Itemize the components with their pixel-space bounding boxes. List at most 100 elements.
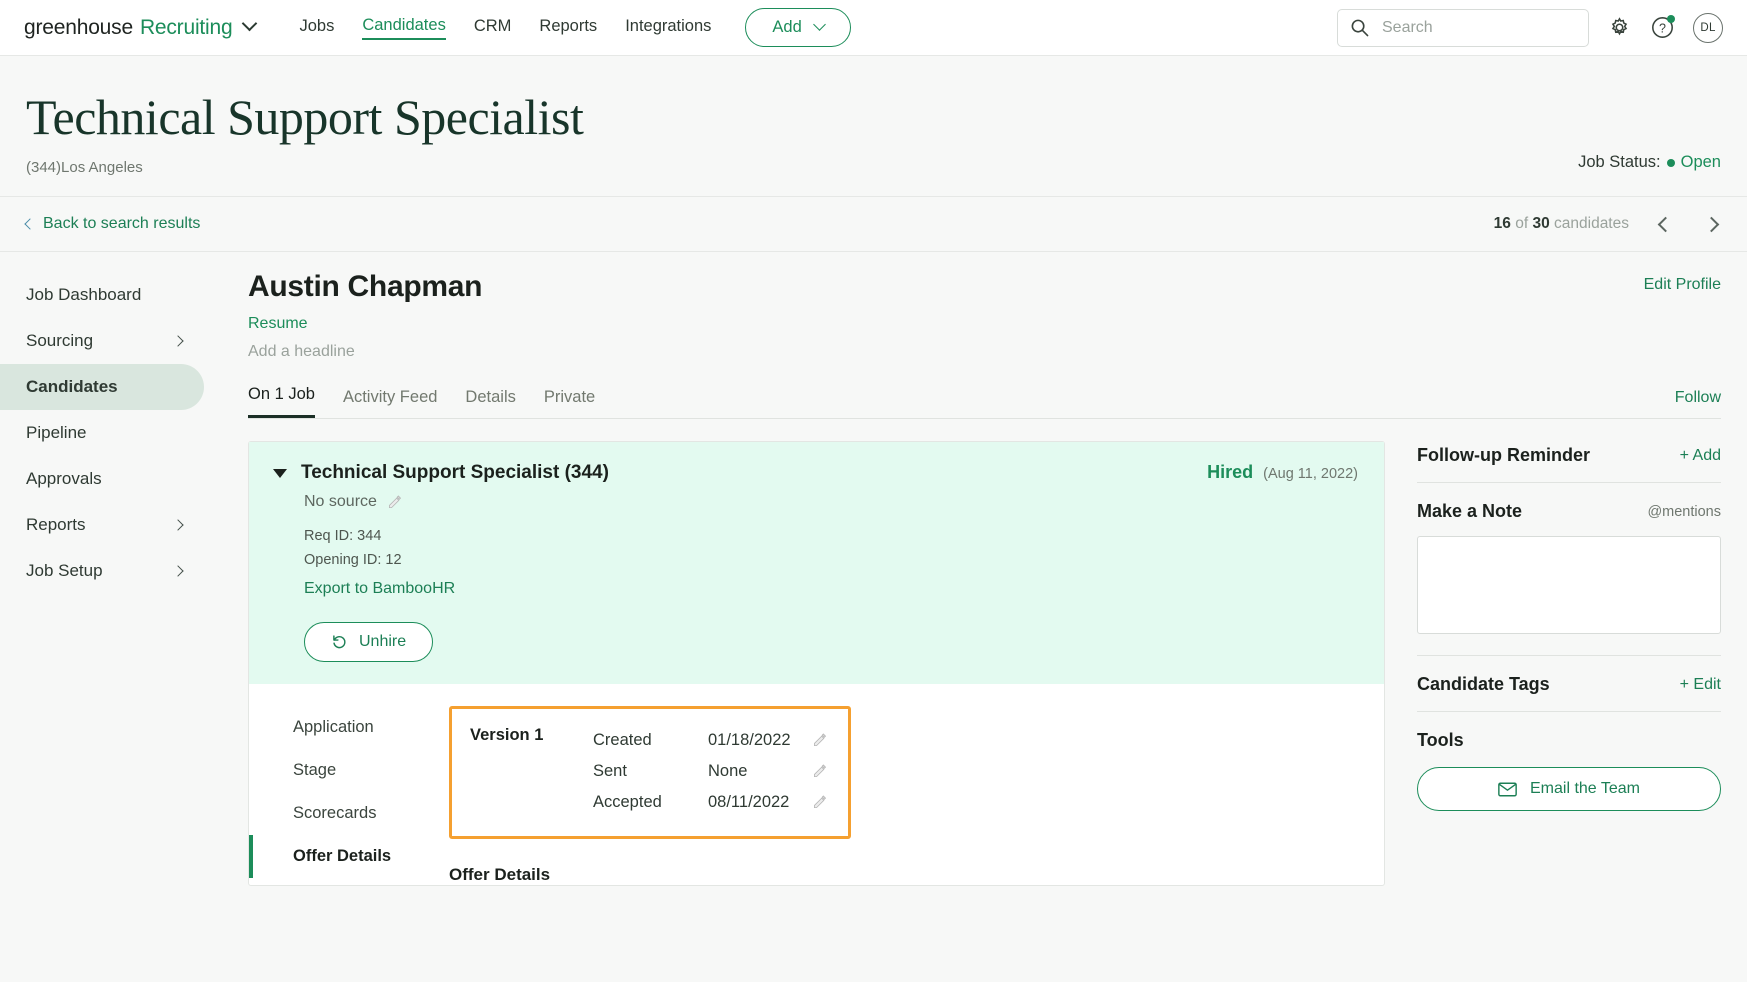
nav-link-candidates[interactable]: Candidates — [362, 16, 445, 40]
sidebar-item-pipeline[interactable]: Pipeline — [0, 410, 204, 456]
sidebar-item-label: Job Setup — [26, 561, 103, 581]
job-header: Technical Support Specialist (344)Los An… — [0, 56, 1747, 196]
unhire-button-label: Unhire — [359, 633, 406, 651]
follow-link[interactable]: Follow — [1675, 389, 1721, 407]
offer-row-sent: Sent None — [593, 756, 828, 787]
chevron-right-icon — [172, 565, 183, 576]
edit-pencil-icon[interactable] — [812, 732, 828, 748]
req-id: Req ID: 344 — [304, 525, 1358, 549]
edit-pencil-icon[interactable] — [812, 794, 828, 810]
tab-activity-feed[interactable]: Activity Feed — [343, 388, 437, 418]
undo-arrow-icon — [331, 633, 348, 650]
brand-secondary-text: Recruiting — [140, 16, 233, 40]
make-a-note-header: Make a Note @mentions — [1417, 501, 1721, 522]
followup-reminder-section: Follow-up Reminder + Add — [1417, 441, 1721, 483]
candidate-tabs: On 1 Job Activity Feed Details Private F… — [248, 385, 1721, 419]
tab-details[interactable]: Details — [465, 388, 515, 418]
page-body: Job Dashboard Sourcing Candidates Pipeli… — [0, 252, 1747, 980]
tab-on-1-job[interactable]: On 1 Job — [248, 385, 315, 418]
chevron-left-icon — [24, 218, 35, 229]
application-detail-body: Version 1 Created 01/18/2022 — [449, 684, 1384, 885]
candidate-pager: 16 of 30 candidates — [1494, 215, 1721, 233]
export-to-bamboohr-link[interactable]: Export to BambooHR — [304, 580, 1358, 598]
sidebar-item-label: Reports — [26, 515, 86, 535]
search-input[interactable] — [1382, 19, 1562, 37]
next-candidate-button[interactable] — [1701, 219, 1721, 230]
source-row: No source — [304, 493, 1358, 511]
sidebar-item-sourcing[interactable]: Sourcing — [0, 318, 204, 364]
sidebar-item-reports[interactable]: Reports — [0, 502, 204, 548]
nav-link-crm[interactable]: CRM — [474, 17, 512, 39]
opening-id: Opening ID: 12 — [304, 549, 1358, 573]
offer-row-label: Sent — [593, 762, 708, 781]
candidate-tags-title: Candidate Tags — [1417, 674, 1550, 695]
hired-date: (Aug 11, 2022) — [1263, 466, 1358, 482]
sidebar-item-candidates[interactable]: Candidates — [0, 364, 204, 410]
add-button[interactable]: Add — [745, 8, 850, 47]
offer-details-heading: Offer Details — [449, 865, 1358, 885]
sidebar-item-label: Sourcing — [26, 331, 93, 351]
tools-header: Tools — [1417, 730, 1721, 751]
sidebar-item-job-dashboard[interactable]: Job Dashboard — [0, 272, 204, 318]
pager-of: of — [1515, 215, 1528, 232]
edit-candidate-tags-button[interactable]: + Edit — [1680, 676, 1721, 694]
edit-profile-link[interactable]: Edit Profile — [1644, 276, 1721, 294]
application-detail-nav: Application Stage Scorecards Offer Detai… — [249, 684, 449, 885]
add-headline-field[interactable]: Add a headline — [248, 343, 1721, 361]
settings-button[interactable] — [1607, 15, 1632, 40]
collapse-toggle-caret-icon[interactable] — [273, 469, 287, 478]
email-the-team-button[interactable]: Email the Team — [1417, 767, 1721, 811]
edit-pencil-icon[interactable] — [812, 763, 828, 779]
edit-pencil-icon[interactable] — [387, 494, 403, 510]
help-button[interactable]: ? — [1650, 15, 1675, 40]
followup-reminder-header: Follow-up Reminder + Add — [1417, 445, 1721, 466]
envelope-icon — [1498, 782, 1517, 797]
previous-candidate-button[interactable] — [1655, 219, 1675, 230]
back-to-search-results-link[interactable]: Back to search results — [26, 215, 200, 233]
nav-link-jobs[interactable]: Jobs — [299, 17, 334, 39]
pager-noun: candidates — [1554, 215, 1629, 232]
offer-version-label: Version 1 — [470, 725, 593, 818]
unhire-button[interactable]: Unhire — [304, 622, 433, 662]
detail-nav-stage[interactable]: Stage — [249, 749, 449, 792]
make-a-note-title: Make a Note — [1417, 501, 1522, 522]
mentions-hint[interactable]: @mentions — [1647, 504, 1721, 520]
note-input[interactable] — [1417, 536, 1721, 634]
resume-link[interactable]: Resume — [248, 315, 1721, 333]
user-avatar[interactable]: DL — [1693, 13, 1723, 43]
status-dot-icon — [1667, 159, 1675, 167]
offer-version-rows: Created 01/18/2022 — [593, 725, 828, 818]
brand-chevron-down-icon[interactable] — [244, 20, 255, 35]
content-area: Technical Support Specialist (344) Hired… — [248, 441, 1721, 886]
top-navigation-bar: greenhouse Recruiting Jobs Candidates CR… — [0, 0, 1747, 56]
offer-version-highlight-box: Version 1 Created 01/18/2022 — [449, 706, 851, 839]
detail-nav-scorecards[interactable]: Scorecards — [249, 792, 449, 835]
chevron-down-icon — [813, 18, 826, 31]
pager-current: 16 — [1494, 215, 1511, 232]
detail-nav-offer-details[interactable]: Offer Details — [249, 835, 449, 878]
brand-logo[interactable]: greenhouse Recruiting — [24, 16, 255, 40]
add-followup-reminder-button[interactable]: + Add — [1680, 447, 1721, 465]
nav-right-cluster: ? DL — [1337, 9, 1723, 47]
chevron-right-icon — [172, 335, 183, 346]
sidebar-item-job-setup[interactable]: Job Setup — [0, 548, 204, 594]
sidebar-item-label: Pipeline — [26, 423, 87, 443]
nav-link-reports[interactable]: Reports — [539, 17, 597, 39]
left-sidebar: Job Dashboard Sourcing Candidates Pipeli… — [0, 252, 226, 980]
job-status: Job Status: Open — [1578, 153, 1721, 172]
candidate-tags-header: Candidate Tags + Edit — [1417, 674, 1721, 695]
sidebar-item-approvals[interactable]: Approvals — [0, 456, 204, 502]
sidebar-item-label: Job Dashboard — [26, 285, 141, 305]
detail-nav-application[interactable]: Application — [249, 706, 449, 749]
chevron-left-icon — [1657, 216, 1673, 232]
followup-reminder-title: Follow-up Reminder — [1417, 445, 1590, 466]
source-value: No source — [304, 493, 377, 511]
job-card-header: Technical Support Specialist (344) Hired… — [273, 462, 1358, 484]
job-card-meta: Req ID: 344 Opening ID: 12 — [304, 525, 1358, 573]
sidebar-item-label: Candidates — [26, 377, 118, 397]
nav-link-integrations[interactable]: Integrations — [625, 17, 711, 39]
tab-private[interactable]: Private — [544, 388, 595, 418]
search-box[interactable] — [1337, 9, 1589, 47]
job-card-title: Technical Support Specialist (344) — [301, 462, 609, 484]
page-title: Technical Support Specialist — [26, 90, 1721, 144]
